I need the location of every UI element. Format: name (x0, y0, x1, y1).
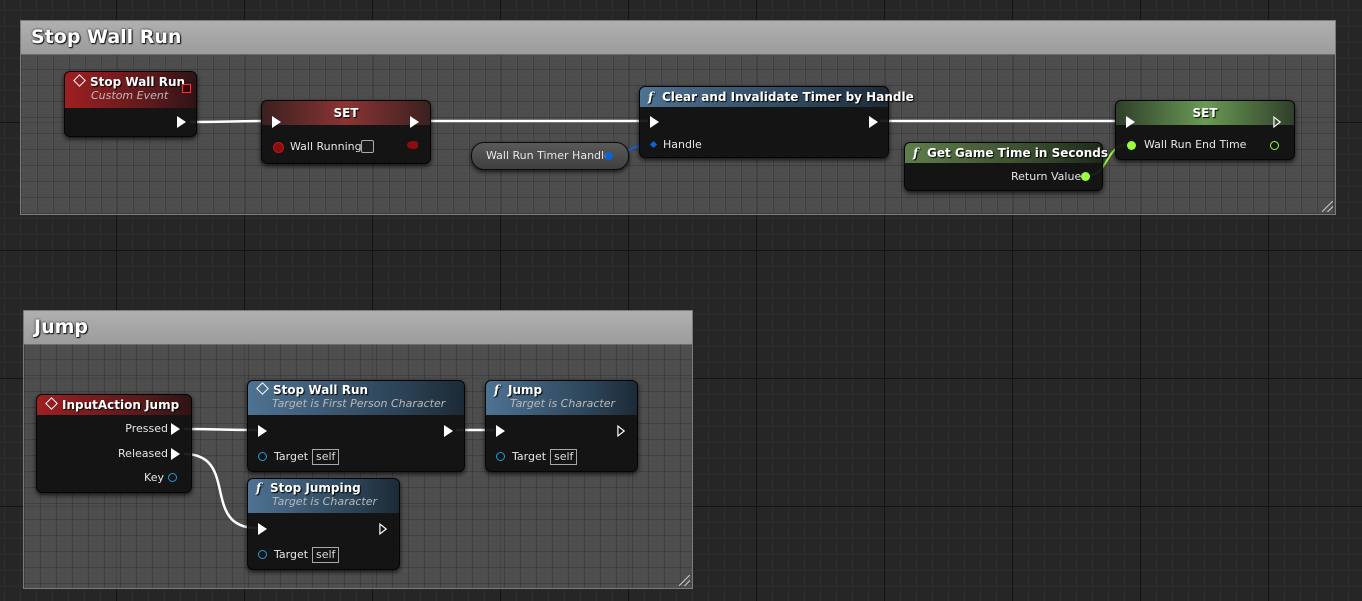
resize-handle[interactable] (1322, 201, 1333, 212)
exec-out-pin[interactable] (617, 425, 626, 437)
node-header: SET (1116, 101, 1294, 125)
target-self-field[interactable]: self (312, 449, 340, 465)
function-node-stop-wall-run[interactable]: Stop Wall Run Target is First Person Cha… (247, 380, 465, 472)
variable-label: Wall Run Timer Handle (486, 149, 611, 162)
node-subtitle: Target is First Person Character (272, 397, 446, 410)
node-header: f Stop Jumping Target is Character (248, 479, 399, 513)
float-output-pin[interactable] (1081, 172, 1090, 181)
delegate-pin[interactable] (182, 84, 191, 93)
exec-in-pin[interactable] (650, 116, 659, 128)
function-node-clear-invalidate-timer[interactable]: f Clear and Invalidate Timer by Handle Ha… (639, 86, 914, 158)
object-input-pin[interactable] (258, 452, 267, 461)
pin-label-pressed: Pressed (125, 422, 168, 435)
function-icon: f (648, 90, 654, 104)
exec-out-pin-released[interactable] (171, 448, 180, 460)
function-node-stop-jumping[interactable]: f Stop Jumping Target is Character Target… (247, 478, 400, 570)
node-subtitle: Target is Character (272, 495, 377, 508)
target-self-field[interactable]: self (550, 449, 578, 465)
node-subtitle: Target is Character (510, 397, 615, 410)
exec-in-pin[interactable] (1126, 116, 1135, 128)
node-title: InputAction Jump (62, 398, 180, 412)
pin-label: Handle (663, 138, 702, 151)
float-output-pin[interactable] (1270, 141, 1279, 150)
pin-label: Wall Running (290, 140, 362, 153)
struct-output-pin[interactable] (605, 152, 613, 160)
pin-label: Wall Run End Time (1144, 138, 1247, 151)
resize-handle[interactable] (679, 575, 690, 586)
node-title: Stop Wall Run (90, 75, 186, 89)
pin-label: Target (274, 450, 309, 463)
target-self-field[interactable]: self (312, 547, 340, 563)
node-title: SET (333, 106, 359, 120)
node-header: f Clear and Invalidate Timer by Handle (640, 87, 914, 107)
function-node-get-game-time[interactable]: f Get Game Time in Seconds Return Value (904, 142, 1108, 191)
node-title: Get Game Time in Seconds (927, 146, 1109, 160)
node-header: f Jump Target is Character (486, 381, 637, 415)
function-icon: f (494, 383, 500, 397)
node-title: SET (1192, 106, 1218, 120)
function-node-jump[interactable]: f Jump Target is Character Target self (485, 380, 638, 472)
pin-label: Target (512, 450, 547, 463)
function-icon: f (256, 481, 262, 495)
set-node-wall-running[interactable]: SET Wall Running (261, 100, 431, 164)
node-title: Jump (508, 383, 543, 397)
comment-title[interactable]: Stop Wall Run (21, 21, 1335, 55)
struct-input-pin[interactable] (649, 140, 658, 149)
variable-node-wall-run-timer-handle[interactable]: Wall Run Timer Handle (471, 142, 629, 170)
node-header: Stop Wall Run Target is First Person Cha… (248, 381, 464, 415)
bool-input-pin[interactable] (273, 142, 284, 153)
pin-label-released: Released (118, 447, 168, 460)
exec-out-pin[interactable] (444, 425, 453, 437)
exec-out-pin-pressed[interactable] (171, 423, 180, 435)
float-input-pin[interactable] (1127, 141, 1136, 150)
node-title: Stop Wall Run (273, 383, 369, 397)
exec-out-pin[interactable] (177, 116, 186, 128)
object-input-pin[interactable] (258, 550, 267, 559)
pin-label-key: Key (144, 471, 164, 484)
node-header: SET (262, 101, 430, 125)
event-icon (73, 74, 86, 87)
exec-out-pin[interactable] (379, 523, 388, 535)
node-title: Clear and Invalidate Timer by Handle (662, 90, 914, 104)
exec-in-pin[interactable] (258, 523, 267, 535)
node-header: InputAction Jump (37, 395, 191, 415)
comment-title[interactable]: Jump (24, 311, 692, 345)
bool-output-pin[interactable] (407, 141, 418, 149)
node-subtitle: Custom Event (91, 89, 169, 102)
exec-in-pin[interactable] (272, 116, 281, 128)
event-icon (45, 397, 58, 410)
exec-out-pin[interactable] (869, 116, 878, 128)
exec-out-pin[interactable] (410, 116, 419, 128)
node-header: Stop Wall Run Custom Event (65, 72, 196, 108)
event-node-input-action-jump[interactable]: InputAction Jump Pressed Released Key (36, 394, 192, 493)
set-node-wall-run-end-time[interactable]: SET Wall Run End Time (1115, 100, 1295, 160)
exec-in-pin[interactable] (258, 425, 267, 437)
wall-running-checkbox[interactable] (361, 140, 374, 153)
exec-in-pin[interactable] (496, 425, 505, 437)
exec-out-pin[interactable] (1273, 116, 1282, 128)
node-title: Stop Jumping (270, 481, 361, 495)
event-node-stop-wall-run[interactable]: Stop Wall Run Custom Event (64, 71, 197, 137)
pin-label: Return Value (1011, 170, 1082, 183)
event-icon (256, 382, 269, 395)
function-icon: f (913, 146, 919, 160)
key-output-pin[interactable] (168, 473, 177, 482)
node-header: f Get Game Time in Seconds (905, 143, 1108, 163)
pin-label: Target (274, 548, 309, 561)
object-input-pin[interactable] (496, 452, 505, 461)
